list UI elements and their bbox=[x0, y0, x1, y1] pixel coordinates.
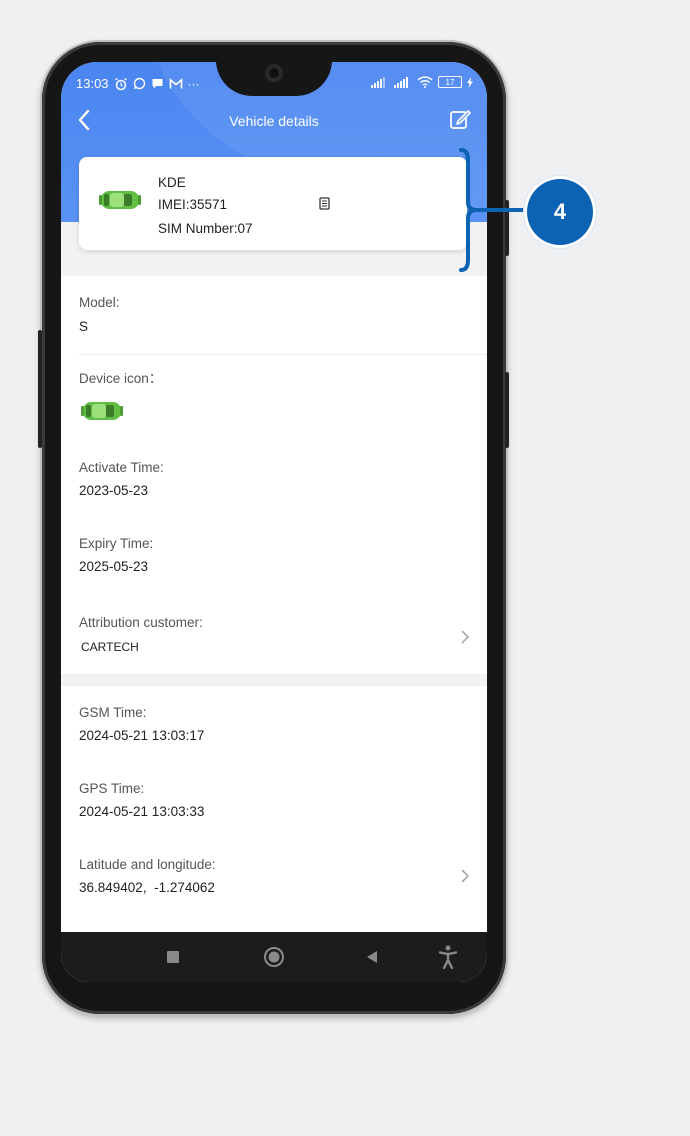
charging-icon bbox=[467, 76, 473, 88]
edit-icon[interactable] bbox=[449, 108, 471, 130]
car-icon bbox=[99, 191, 141, 209]
callout-number-badge: 4 bbox=[527, 179, 593, 245]
attribution-customer-value: CARTECH bbox=[81, 640, 139, 654]
front-camera bbox=[265, 64, 283, 82]
callout-bracket bbox=[459, 148, 531, 272]
expiry-time-value: 2025-05-23 bbox=[79, 559, 149, 574]
volume-button bbox=[38, 330, 42, 448]
device-icon-label: Device icon： bbox=[79, 371, 163, 386]
status-bar-right: 17 bbox=[371, 76, 473, 88]
gsm-time-value: 2024-05-21 13:03:17 bbox=[79, 728, 205, 743]
lat-lng-row[interactable]: Latitude and longitude: 36.849402, -1.27… bbox=[61, 846, 487, 906]
activate-time-value: 2023-05-23 bbox=[79, 483, 149, 498]
whatsapp-icon bbox=[133, 77, 145, 90]
separator bbox=[79, 354, 487, 355]
back-triangle-icon[interactable] bbox=[365, 950, 379, 964]
model-value: S bbox=[79, 319, 89, 334]
expiry-time-label: Expiry Time: bbox=[79, 536, 154, 551]
attribution-customer-row[interactable]: Attribution customer: CARTECH bbox=[61, 606, 487, 666]
status-bar-left: 13:03 ··· bbox=[76, 76, 200, 91]
system-navigation-bar bbox=[61, 932, 487, 982]
message-icon bbox=[152, 79, 163, 89]
copy-icon[interactable] bbox=[319, 197, 331, 210]
device-name: KDE bbox=[158, 175, 186, 190]
section-divider bbox=[61, 674, 487, 686]
recents-icon[interactable] bbox=[167, 951, 179, 963]
gps-time-value: 2024-05-21 13:03:33 bbox=[79, 804, 205, 819]
gsm-time-label: GSM Time: bbox=[79, 705, 147, 720]
model-label: Model: bbox=[79, 295, 120, 310]
attribution-customer-label: Attribution customer: bbox=[79, 615, 203, 630]
alarm-icon bbox=[114, 77, 127, 90]
phone-screen: 13:03 ··· 17 Vehicle details KDE IMEI:35… bbox=[61, 62, 487, 982]
battery-level: 17 bbox=[445, 77, 455, 87]
gmail-icon bbox=[169, 77, 182, 88]
lat-lng-label: Latitude and longitude: bbox=[79, 857, 216, 872]
gps-section: GSM Time: 2024-05-21 13:03:17 GPS Time: … bbox=[61, 686, 487, 932]
signal-icon-2 bbox=[394, 76, 408, 88]
chevron-right-icon bbox=[461, 869, 470, 883]
home-icon[interactable] bbox=[263, 946, 285, 968]
activate-time-label: Activate Time: bbox=[79, 460, 164, 475]
lat-lng-value: 36.849402, -1.274062 bbox=[79, 880, 215, 895]
gps-time-label: GPS Time: bbox=[79, 781, 145, 796]
device-sim: SIM Number:07 bbox=[158, 221, 253, 236]
signal-icon bbox=[371, 76, 385, 88]
status-time: 13:03 bbox=[76, 76, 109, 91]
wifi-icon bbox=[417, 76, 433, 88]
details-section: Model: S Device icon： Activate Time: 202… bbox=[61, 276, 487, 674]
device-card: KDE IMEI:35571 SIM Number:07 bbox=[79, 157, 467, 250]
chevron-right-icon bbox=[461, 630, 470, 644]
device-imei: IMEI:35571 bbox=[158, 197, 228, 212]
power-button bbox=[505, 372, 509, 448]
page-title: Vehicle details bbox=[229, 113, 319, 129]
accessibility-icon[interactable] bbox=[438, 945, 458, 969]
more-notifications-icon: ··· bbox=[187, 76, 200, 91]
battery-icon: 17 bbox=[438, 76, 462, 88]
device-car-icon bbox=[81, 402, 123, 420]
